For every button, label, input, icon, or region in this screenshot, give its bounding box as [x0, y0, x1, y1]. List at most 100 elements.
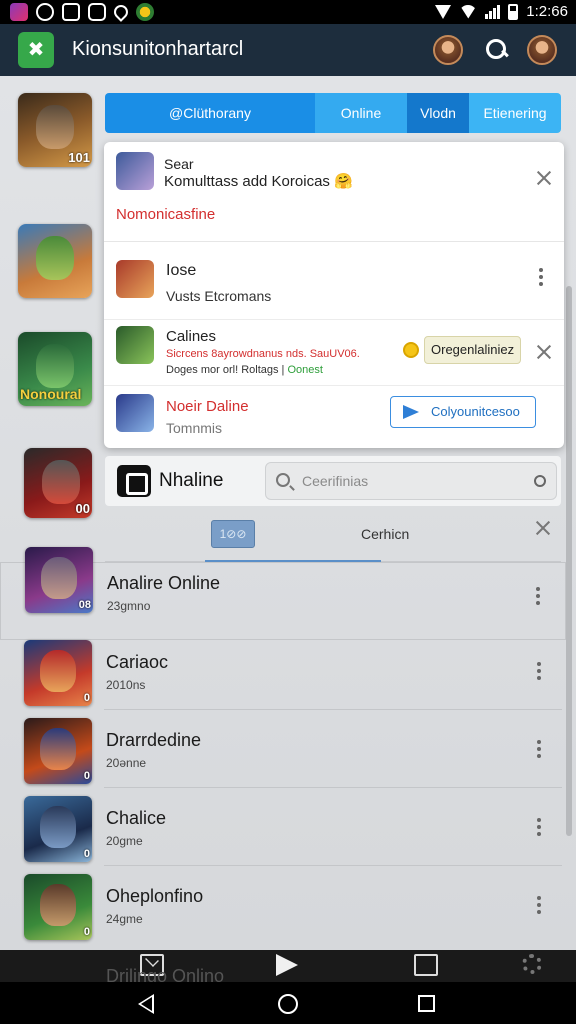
image-icon: [62, 3, 80, 21]
search-icon[interactable]: [484, 37, 510, 63]
reward-pill[interactable]: Oregenlaliniez: [424, 336, 522, 364]
popup-header: Sear Komulttass add Koroicas 🤗 Nomonicas…: [104, 142, 564, 242]
game-list-item[interactable]: 0 Cariaoc 2010ns: [0, 632, 566, 710]
status-system-icons: 1:2:66: [435, 3, 568, 20]
row-green-text: Oonest: [287, 364, 323, 376]
scrollbar[interactable]: [566, 286, 572, 836]
cell-signal-icon: [485, 4, 501, 19]
row-subtitle-text: Doges mor orl! Roltags |: [166, 364, 285, 376]
inbox-icon[interactable]: [414, 954, 438, 976]
search-field[interactable]: [265, 462, 557, 500]
recent-apps-icon[interactable]: [418, 995, 435, 1012]
tab-online[interactable]: Online: [315, 93, 407, 133]
more-options-icon[interactable]: [535, 585, 541, 607]
more-options-icon[interactable]: [536, 738, 542, 760]
action-button-label: Colyounitcesoo: [431, 404, 520, 419]
hero-portrait: [40, 884, 76, 926]
main-content: 101 Nonoural 00 @Clüthorany Online Vlodn…: [0, 76, 576, 950]
row-title: Calines: [166, 328, 217, 345]
close-icon[interactable]: [536, 344, 552, 360]
tab-community[interactable]: @Clüthorany: [105, 93, 315, 133]
thumb-badge: Nonoural: [20, 386, 82, 402]
app-logo-icon[interactable]: ✖: [18, 32, 54, 68]
game-list-item[interactable]: 08 Analire Online 23gmno: [0, 547, 566, 640]
hero-portrait: [36, 344, 74, 388]
app-icon: [10, 3, 28, 21]
row-thumb: [116, 260, 154, 298]
system-nav-bar: [0, 982, 576, 1024]
whatsapp-icon: [36, 3, 54, 21]
more-options-icon[interactable]: [538, 266, 544, 288]
location-icon: [111, 2, 131, 22]
search-bar: Nhaline: [105, 456, 561, 506]
message-icon: [88, 3, 106, 21]
close-icon[interactable]: [536, 170, 552, 186]
status-notification-icons: [10, 2, 154, 22]
notification-red-label[interactable]: Nomonicasfine: [116, 206, 215, 223]
game-thumb: 0: [24, 718, 92, 784]
game-name: Cariaoc: [106, 652, 169, 672]
row-thumb: [116, 394, 154, 432]
notification-thumb: [116, 152, 154, 190]
wifi-icon: [459, 4, 478, 19]
notification-row[interactable]: Noeir Daline Tomnmis Colyounitcesoo: [104, 386, 564, 448]
side-game-thumb[interactable]: 101: [18, 93, 92, 167]
game-size: 2010ns: [106, 678, 146, 692]
tab-video[interactable]: Vlodn: [407, 93, 469, 133]
game-list-item[interactable]: 0 Oheplonfino 24gme: [0, 866, 566, 944]
side-game-thumb[interactable]: 00: [24, 448, 92, 518]
game-badge: 0: [83, 692, 90, 704]
row-red-subtitle: Sicrcens 8ayrowdnanus nds. SauUV06.: [166, 348, 360, 360]
side-game-thumb[interactable]: [18, 224, 92, 298]
game-badge: 08: [78, 599, 91, 611]
thumb-badge: 00: [75, 501, 90, 516]
game-thumb: 0: [24, 640, 92, 706]
row-subtitle: Vusts Etcromans: [166, 288, 272, 304]
notification-title: Sear: [164, 156, 194, 172]
notification-row[interactable]: Calines Sicrcens 8ayrowdnanus nds. SauUV…: [104, 320, 564, 386]
brand-label: Nhaline: [159, 470, 224, 491]
notification-row[interactable]: Iose Vusts Etcromans: [104, 242, 564, 320]
home-icon[interactable]: [278, 994, 298, 1014]
game-badge: 0: [83, 770, 90, 782]
clear-icon[interactable]: [534, 475, 546, 487]
profile-avatar[interactable]: [527, 35, 557, 65]
row-title: Iose: [166, 262, 197, 279]
avatar[interactable]: [433, 35, 463, 65]
hero-portrait: [36, 105, 74, 149]
game-thumb: 0: [24, 796, 92, 862]
close-icon[interactable]: [535, 520, 551, 536]
game-thumb: 0: [24, 874, 92, 940]
hero-portrait: [40, 728, 76, 770]
sort-chip[interactable]: 1⊘⊘: [211, 520, 255, 548]
game-thumb: 08: [25, 547, 93, 613]
game-size: 20gme: [106, 834, 143, 848]
tab-entering[interactable]: Etienering: [469, 93, 561, 133]
row-subtitle: Doges mor orl! Roltags | Oonest: [166, 364, 323, 376]
game-list-item[interactable]: 0 Drarrdedine 20ənne: [0, 710, 566, 788]
game-list-item[interactable]: 0 Chalice 20gme: [0, 788, 566, 866]
back-icon[interactable]: [138, 994, 154, 1014]
settings-gear-icon[interactable]: [522, 954, 542, 974]
sort-label[interactable]: Cerhicn: [361, 526, 409, 542]
game-name: Drarrdedine: [106, 730, 202, 750]
game-badge: 0: [83, 926, 90, 938]
more-options-icon[interactable]: [536, 660, 542, 682]
notification-message: Komulttass add Koroicas 🤗: [164, 173, 353, 190]
hero-portrait: [36, 236, 74, 280]
side-game-thumb[interactable]: Nonoural: [18, 332, 92, 406]
game-name: Oheplonfino: [106, 886, 204, 906]
play-icon[interactable]: [276, 954, 298, 976]
coin-icon: [403, 342, 419, 358]
app-title: Kionsunitonhartarcl: [72, 38, 244, 60]
brand-logo-icon: [117, 465, 151, 497]
hero-portrait: [40, 806, 76, 848]
search-icon: [276, 473, 290, 487]
more-options-icon[interactable]: [536, 816, 542, 838]
more-options-icon[interactable]: [536, 894, 542, 916]
sort-bar: 1⊘⊘ Cerhicn: [105, 512, 561, 563]
search-input[interactable]: [302, 471, 522, 491]
hero-portrait: [41, 557, 77, 599]
action-button[interactable]: Colyounitcesoo: [390, 396, 536, 428]
row-thumb: [116, 326, 154, 364]
